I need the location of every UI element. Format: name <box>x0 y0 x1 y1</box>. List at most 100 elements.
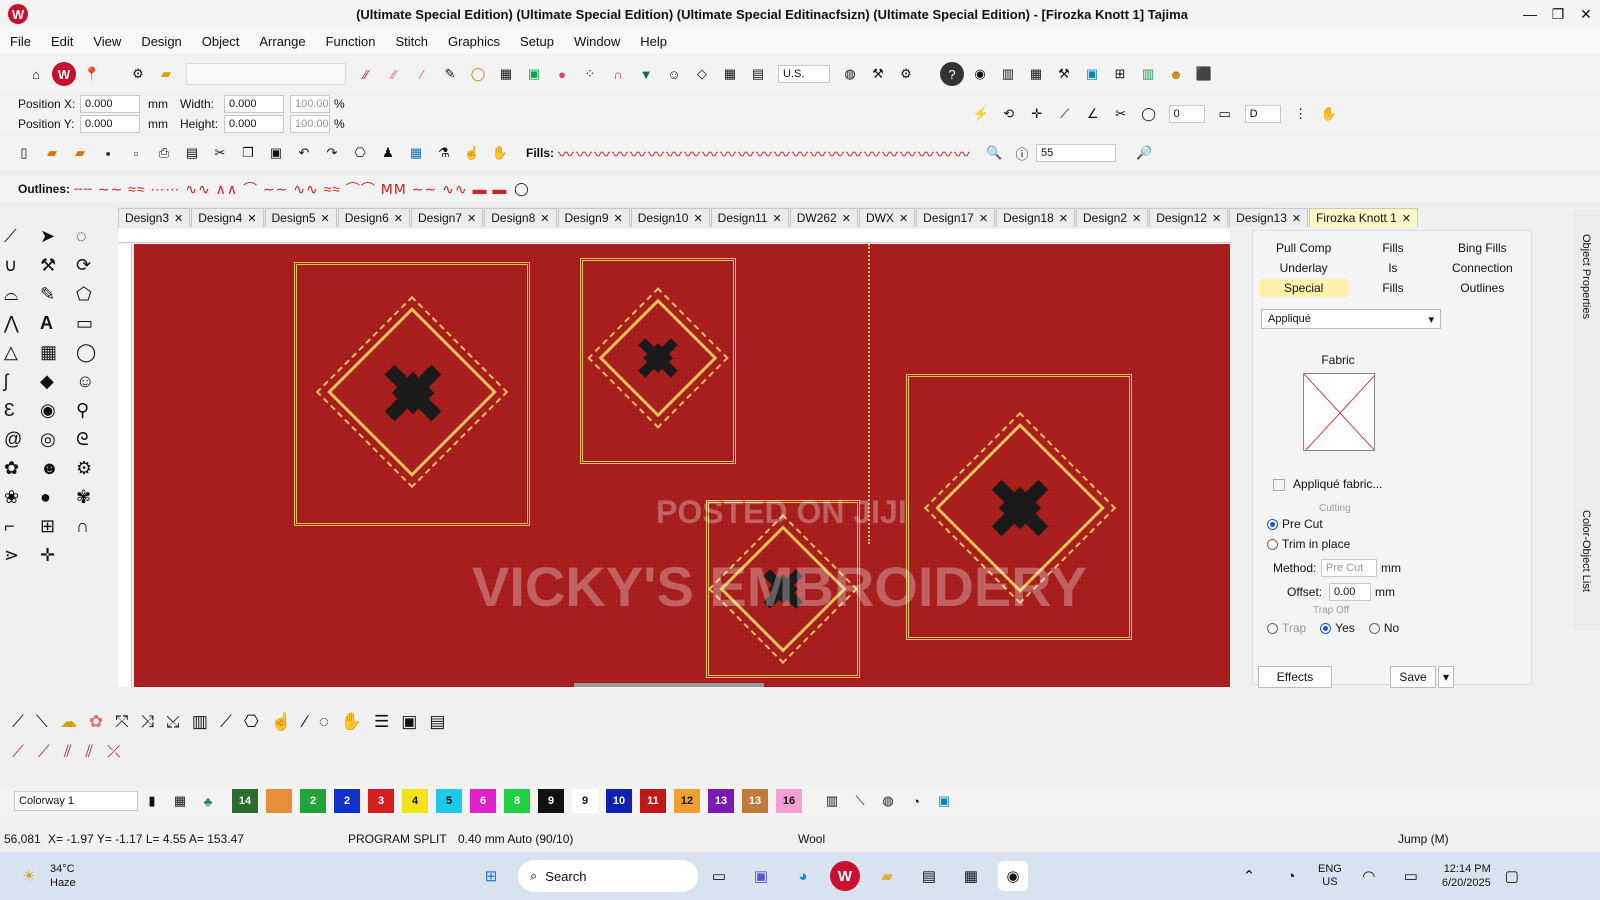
line-icon[interactable]: ∕ <box>304 712 307 732</box>
rotate-tool-icon[interactable]: ⟳ <box>76 255 112 276</box>
close-tab-icon[interactable]: ✕ <box>1292 212 1301 225</box>
circle-icon[interactable]: ◯ <box>1137 102 1161 126</box>
save-as-icon[interactable]: ▫ <box>124 141 148 165</box>
menu-function[interactable]: Function <box>316 34 386 49</box>
thread-chart-icon[interactable]: ▥ <box>820 789 844 813</box>
person-icon[interactable]: ♟ <box>376 141 400 165</box>
magnet2-icon[interactable]: ∩ <box>76 516 112 537</box>
needle-icon[interactable]: ✎ <box>438 62 462 86</box>
print-icon[interactable]: ⎙ <box>152 141 176 165</box>
run-stitch5-icon[interactable]: ⤫ <box>107 742 121 762</box>
special-type-dropdown[interactable]: Appliqué ▾ <box>1261 309 1441 329</box>
tab-firozka-knott-1[interactable]: Firozka Knott 1 ✕ <box>1309 208 1419 227</box>
menu-window[interactable]: Window <box>564 34 630 49</box>
radio-pre-cut[interactable]: Pre Cut <box>1267 517 1323 531</box>
help-icon[interactable]: ? <box>940 62 964 86</box>
edge-icon[interactable]: ◕ <box>788 861 818 891</box>
wilcom-icon[interactable]: W <box>52 62 76 86</box>
shape-icon[interactable]: ◇ <box>690 62 714 86</box>
horizontal-scrollbar[interactable] <box>574 683 764 687</box>
tab-ls[interactable]: ls <box>1348 259 1437 277</box>
thread-swatch[interactable] <box>266 789 292 813</box>
thread-swatch[interactable]: 10 <box>606 789 632 813</box>
cut-icon[interactable]: ✂ <box>208 141 232 165</box>
tab-dw262[interactable]: DW262 ✕ <box>789 208 858 227</box>
face-icon[interactable]: ☻ <box>40 458 76 479</box>
position-y-field[interactable]: 0.000 <box>80 115 140 133</box>
camera-icon[interactable]: ▣ <box>401 712 417 732</box>
grid-dots-icon[interactable]: ⁘ <box>578 62 602 86</box>
close-tab-icon[interactable]: ✕ <box>1402 212 1411 225</box>
store-icon[interactable]: ▤ <box>914 861 944 891</box>
thread-swatch[interactable]: 3 <box>368 789 394 813</box>
machine-icon[interactable]: ⚙ <box>126 62 150 86</box>
frame-icon[interactable]: ▣ <box>1080 62 1104 86</box>
hoop-icon[interactable]: ◯ <box>466 62 490 86</box>
close-icon[interactable]: ✕ <box>1572 6 1600 23</box>
spiral-icon[interactable]: @ <box>4 429 40 450</box>
open-folder-icon[interactable]: ▰ <box>154 62 178 86</box>
radio-pre-cut-icon[interactable] <box>1267 519 1278 531</box>
menu-file[interactable]: File <box>0 34 41 49</box>
close-tab-icon[interactable]: ✕ <box>394 212 403 225</box>
stitch3-icon[interactable]: ∕ <box>410 62 434 86</box>
wifi-icon[interactable]: ◠ <box>1354 861 1384 891</box>
tab-design2[interactable]: Design2 ✕ <box>1076 208 1149 227</box>
tab-special[interactable]: Special <box>1259 279 1349 297</box>
split-icon[interactable]: ⤨ <box>141 712 155 732</box>
pin-icon[interactable]: 📍 <box>80 62 104 86</box>
triangle-icon[interactable]: △ <box>4 342 40 363</box>
globe-icon[interactable]: ◍ <box>838 62 862 86</box>
angle-icon[interactable]: ∠ <box>1081 102 1105 126</box>
grid2-icon[interactable]: ▤ <box>746 62 770 86</box>
crop-icon[interactable]: ⌐ <box>4 516 40 537</box>
chart-icon[interactable]: ▥ <box>1136 62 1160 86</box>
thread-swatch[interactable]: 16 <box>776 789 802 813</box>
unit-select[interactable]: U.S. <box>778 65 830 83</box>
tab-design7[interactable]: Design7 ✕ <box>411 208 484 227</box>
graph-icon[interactable]: ▤ <box>429 712 445 732</box>
hook-icon[interactable]: ʃ <box>4 371 40 392</box>
skew-icon[interactable]: ⟋ <box>1053 102 1077 126</box>
flower-icon[interactable]: ✿ <box>4 458 40 479</box>
shirt-icon[interactable]: ▼ <box>634 62 658 86</box>
d-field[interactable]: D <box>1244 105 1281 123</box>
open-design-icon[interactable]: ▰ <box>68 141 92 165</box>
thread-swatch[interactable]: 13 <box>708 789 734 813</box>
wilcom-taskbar-icon[interactable]: W <box>830 861 860 891</box>
close-tab-icon[interactable]: ✕ <box>614 212 623 225</box>
tab-connection[interactable]: Connection <box>1438 259 1527 277</box>
close-tab-icon[interactable]: ✕ <box>1132 212 1141 225</box>
calendar-icon[interactable]: ▦ <box>956 861 986 891</box>
position-x-field[interactable]: 0.000 <box>80 95 140 113</box>
width-pct-field[interactable]: 100.00 <box>290 95 330 113</box>
dot-icon[interactable]: ◉ <box>40 400 76 421</box>
menu-view[interactable]: View <box>83 34 131 49</box>
redo-icon[interactable]: ↷ <box>320 141 344 165</box>
menu-arrange[interactable]: Arrange <box>249 34 315 49</box>
close-tab-icon[interactable]: ✕ <box>1212 212 1221 225</box>
zoom-fit-icon[interactable]: 🔎 <box>1132 141 1156 165</box>
battery-icon[interactable]: ▭ <box>1396 861 1426 891</box>
language-indicator[interactable]: ENG US <box>1318 863 1342 889</box>
radio-trim-icon[interactable] <box>1267 539 1278 551</box>
thread-swatch[interactable]: 6 <box>470 789 496 813</box>
tree-icon[interactable]: ♣ <box>196 789 220 813</box>
object-properties-tab[interactable]: Object Properties <box>1580 234 1592 319</box>
tool-gear-icon[interactable]: ⚙ <box>76 458 112 479</box>
color-icon[interactable]: ● <box>550 62 574 86</box>
thread-swatch[interactable]: 12 <box>674 789 700 813</box>
stitch-icon[interactable]: ∕∕ <box>354 62 378 86</box>
active-app-icon[interactable]: ◉ <box>998 861 1028 891</box>
layout-icon[interactable]: ▦ <box>1024 62 1048 86</box>
mirror-icon[interactable]: ⚡ <box>969 102 993 126</box>
tab-design6[interactable]: Design6 ✕ <box>337 208 410 227</box>
close-tab-icon[interactable]: ✕ <box>321 212 330 225</box>
user-icon[interactable]: ☻ <box>1164 62 1188 86</box>
thread-swatch[interactable]: 2 <box>300 789 326 813</box>
hand4-icon[interactable]: ✋ <box>341 712 362 732</box>
letter-e-icon[interactable]: Ɛ <box>4 400 40 421</box>
thread-swatch[interactable]: 11 <box>640 789 666 813</box>
filled-circle-icon[interactable]: ● <box>40 487 76 508</box>
node-icon[interactable]: ⋀ <box>4 313 40 334</box>
